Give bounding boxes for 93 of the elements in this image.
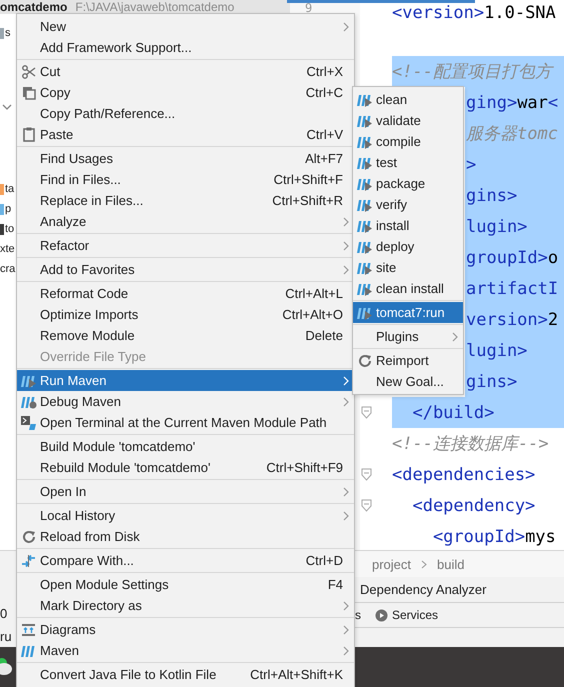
tool-text: ru (0, 629, 12, 644)
menu-item[interactable]: clean (353, 89, 463, 110)
menu-item[interactable]: test (353, 152, 463, 173)
menu-item[interactable]: clean install (353, 278, 463, 299)
menu-item[interactable]: package (353, 173, 463, 194)
services-button[interactable]: Services (375, 608, 438, 622)
menu-item[interactable]: Paste Ctrl+V (17, 124, 354, 145)
menu-item[interactable]: Rebuild Module 'tomcatdemo' Ctrl+Shift+F9 (17, 457, 354, 478)
code-line: <groupId>mys (432, 526, 557, 548)
menu-item[interactable]: Cut Ctrl+X (17, 61, 354, 82)
menu-item[interactable]: Plugins (353, 326, 463, 347)
goal-run-icon (356, 176, 373, 190)
menu-item[interactable]: Open Module Settings F4 (17, 574, 354, 595)
chat-bubble-icon[interactable] (0, 657, 14, 677)
chevron-icon (421, 560, 428, 568)
goal-run-icon (356, 240, 373, 254)
fold-marker-icon[interactable] (361, 468, 372, 481)
menu-item[interactable]: Analyze (17, 211, 354, 232)
menu-item[interactable]: Reimport (353, 350, 463, 371)
maven-bars-icon (20, 644, 37, 658)
menu-item[interactable]: Debug Maven (17, 391, 354, 412)
goal-run-icon (356, 282, 373, 296)
tool-tab[interactable]: Dependency Analyzer (355, 582, 486, 597)
menu-item[interactable]: Compare With... Ctrl+D (17, 550, 354, 571)
line-number: 9 (305, 3, 312, 13)
copy-icon (22, 86, 36, 100)
menu-item[interactable]: Add Framework Support... (17, 37, 354, 58)
tool-window-button[interactable]: s (355, 608, 361, 622)
menu-item[interactable]: install (353, 215, 463, 236)
menu-item[interactable]: Add to Favorites (17, 259, 354, 280)
terminal-icon (20, 414, 37, 430)
goal-run-icon (356, 260, 373, 274)
menu-item[interactable]: Copy Ctrl+C (17, 82, 354, 103)
tree-item[interactable]: s (5, 27, 10, 39)
play-icon (375, 608, 388, 622)
tree-item[interactable]: cra (0, 263, 16, 275)
clipboard-icon (22, 127, 34, 142)
tree-item[interactable]: xte (0, 243, 15, 255)
menu-item[interactable]: Open In (17, 481, 354, 502)
goal-run-icon (356, 134, 373, 148)
menu-item[interactable]: Copy Path/Reference... (17, 103, 354, 124)
menu-item[interactable]: Reload from Disk (17, 526, 354, 547)
goal-run-icon (356, 198, 373, 212)
goal-run-icon (356, 114, 373, 128)
menu-item[interactable]: Diagrams (17, 619, 354, 640)
code-line: <dependencies> (392, 464, 536, 486)
reload-icon (358, 354, 372, 368)
code-line: <version>1.0-SNA (392, 2, 557, 24)
menu-item[interactable]: tomcat7:run (353, 302, 463, 323)
fold-marker-icon[interactable] (361, 499, 372, 512)
status-text: 0 (0, 606, 8, 621)
menu-item[interactable]: Convert Java File to Kotlin File Ctrl+Alt+Shift+K (17, 664, 354, 685)
menu-item[interactable]: site (353, 257, 463, 278)
scissors-icon (22, 64, 36, 78)
project-path: F:\JAVA\javaweb\tomcatdemo (75, 0, 234, 14)
reload-icon (22, 530, 36, 544)
menu-item[interactable]: Find in Files... Ctrl+Shift+F (17, 169, 354, 190)
goal-run-icon (356, 156, 373, 170)
menu-item[interactable]: deploy (353, 236, 463, 257)
menu-item[interactable]: verify (353, 194, 463, 215)
tree-item[interactable]: to (5, 223, 14, 235)
menu-item[interactable]: validate (353, 110, 463, 131)
menu-item[interactable]: compile (353, 131, 463, 152)
tree-item[interactable]: ta (5, 183, 14, 195)
menu-item[interactable]: Mark Directory as (17, 595, 354, 616)
menu-item[interactable]: Run Maven (17, 370, 354, 391)
goal-run-icon (20, 374, 37, 388)
menu-item[interactable]: Reformat Code Ctrl+Alt+L (17, 283, 354, 304)
menu-item[interactable]: New Goal... (353, 371, 463, 392)
menu-item[interactable]: Refactor (17, 235, 354, 256)
menu-item[interactable]: Find Usages Alt+F7 (17, 148, 354, 169)
compare-arrows-icon (21, 554, 36, 568)
goal-run-icon (356, 92, 373, 106)
code-line: <!--连接数据库--> (392, 433, 550, 456)
diagram-icon (21, 622, 36, 636)
menu-item[interactable]: Remove Module Delete (17, 325, 354, 346)
goal-run-icon (356, 306, 373, 320)
menu-item[interactable]: New (17, 16, 354, 37)
chevron-icon[interactable] (2, 103, 12, 111)
menu-item[interactable]: Build Module 'tomcatdemo' (17, 436, 354, 457)
menu-item[interactable]: Local History (17, 505, 354, 526)
breadcrumb-item[interactable]: project (372, 556, 412, 572)
tree-item[interactable]: p (5, 203, 12, 215)
menu-item[interactable]: Maven (17, 640, 354, 661)
breadcrumb-item[interactable]: build (437, 556, 464, 572)
menu-item[interactable]: Replace in Files... Ctrl+Shift+R (17, 190, 354, 211)
menu-item[interactable]: Optimize Imports Ctrl+Alt+O (17, 304, 354, 325)
project-name: omcatdemo (0, 0, 68, 14)
goal-debug-icon (20, 394, 37, 408)
fold-marker-icon[interactable] (361, 406, 372, 419)
goal-run-icon (356, 218, 373, 232)
code-line: <dependency> (411, 494, 536, 518)
menu-item[interactable]: Open Terminal at the Current Maven Module Path (17, 412, 354, 433)
